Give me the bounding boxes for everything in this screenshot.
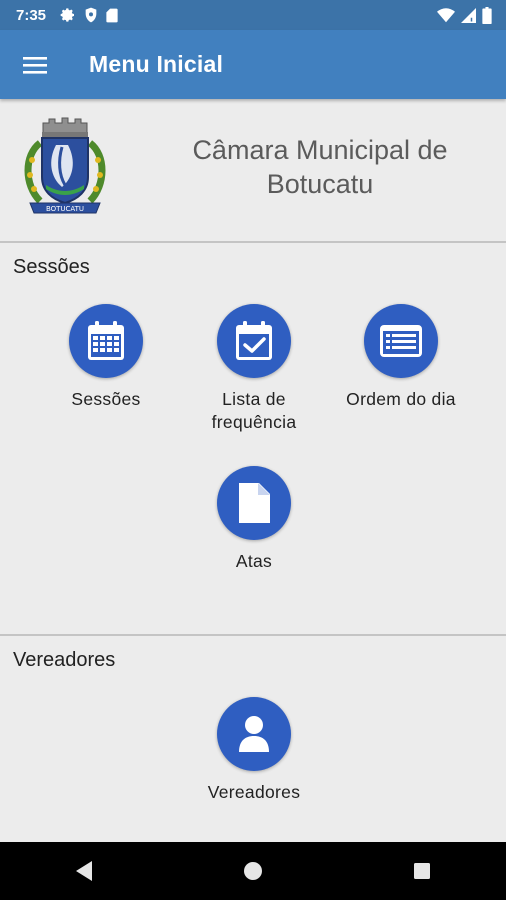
atas-circle [217, 466, 291, 540]
recents-button[interactable] [392, 846, 452, 896]
settings-icon [60, 8, 75, 22]
divider [0, 634, 506, 636]
app-title: Menu Inicial [89, 51, 224, 77]
back-button[interactable] [54, 846, 114, 896]
calendar-check-icon [236, 321, 272, 360]
crest-banner-text: BOTUCATU [46, 205, 84, 213]
document-icon [239, 483, 270, 523]
lista-de-frequencia-label: Lista de frequência [212, 388, 297, 434]
status-icons-right [437, 6, 492, 24]
ordem-do-dia-circle [364, 304, 438, 378]
calendar-grid-icon [88, 321, 124, 360]
sessoes-label: Sessões [71, 389, 141, 409]
lista-de-frequencia-label-line1: Lista de [222, 389, 286, 409]
organization-name: Câmara Municipal de Botucatu [150, 133, 490, 201]
organization-name-line2: Botucatu [266, 169, 374, 199]
sd-card-icon [106, 8, 118, 22]
menu-button[interactable] [7, 37, 63, 93]
section-title-vereadores: Vereadores [13, 649, 116, 671]
battery-icon [482, 6, 492, 24]
sessoes-circle [69, 304, 143, 378]
recents-icon [413, 863, 430, 879]
divider [0, 241, 506, 243]
home-icon [243, 862, 262, 880]
ordem-do-dia-label: Ordem do dia [346, 389, 456, 409]
vereadores-circle [217, 697, 291, 771]
lista-de-frequencia-circle [217, 304, 291, 378]
back-icon [76, 861, 93, 881]
sessoes-button[interactable]: Sessões [41, 304, 171, 411]
hamburger-menu-icon [23, 56, 47, 74]
shield-icon [85, 7, 97, 23]
list-card-icon [380, 325, 422, 357]
lista-de-frequencia-button[interactable]: Lista de frequência [189, 304, 319, 434]
person-icon [239, 716, 269, 752]
app-bar: Menu Inicial [0, 30, 506, 99]
atas-label: Atas [235, 551, 273, 571]
home-button[interactable] [223, 846, 283, 896]
vereadores-button[interactable]: Vereadores [189, 697, 319, 804]
organization-name-line1: Câmara Municipal de [192, 135, 448, 165]
wifi-icon [437, 7, 455, 22]
navigation-bar [0, 842, 506, 900]
ordem-do-dia-button[interactable]: Ordem do dia [336, 304, 466, 411]
status-bar: 7:35 [0, 0, 506, 30]
signal-icon [461, 7, 476, 23]
section-title-sessoes: Sessões [13, 256, 90, 278]
vereadores-label: Vereadores [207, 782, 301, 802]
status-icons-left [60, 7, 118, 23]
lista-de-frequencia-label-line2: frequência [211, 412, 297, 432]
atas-button[interactable]: Atas [189, 466, 319, 573]
municipal-crest-icon: BOTUCATU [24, 117, 106, 214]
status-time: 7:35 [16, 6, 47, 24]
header: BOTUCATU Câmara Municipal de Botucatu [0, 99, 506, 241]
